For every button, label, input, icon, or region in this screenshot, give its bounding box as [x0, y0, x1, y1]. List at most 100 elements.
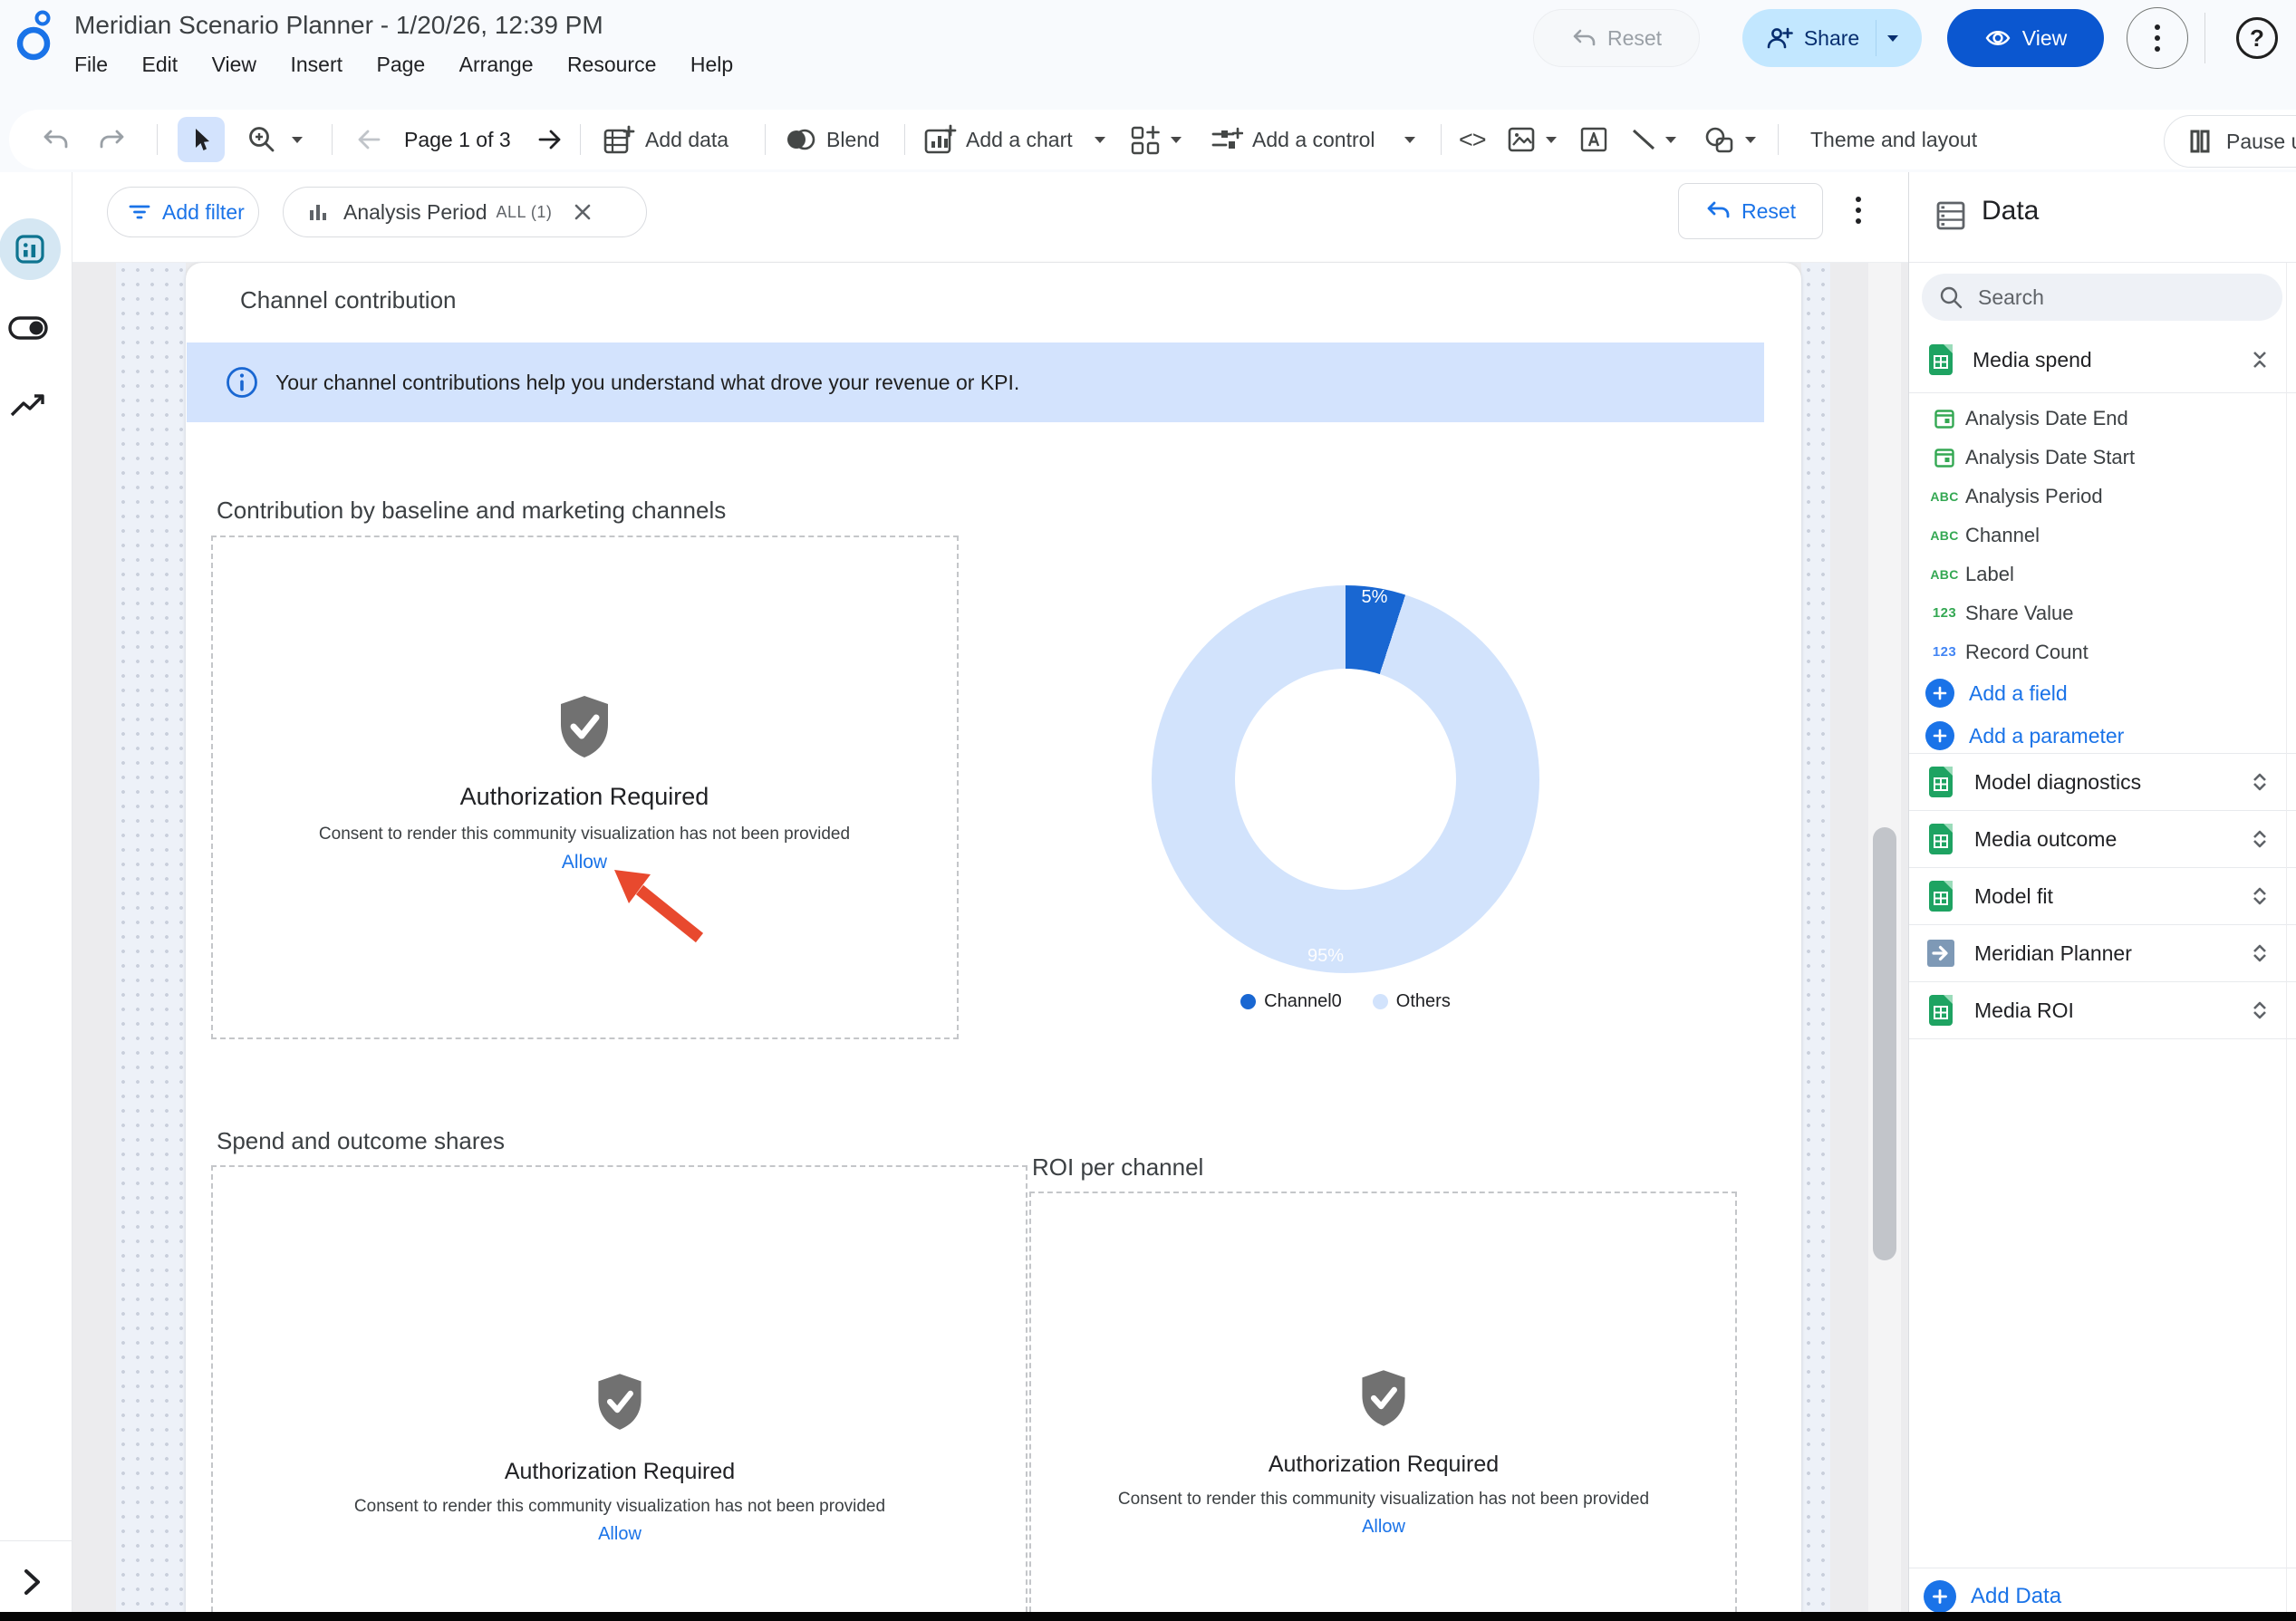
field-row[interactable]: Analysis Date Start	[1909, 438, 2296, 477]
line-tool-caret[interactable]	[1665, 137, 1676, 143]
canvas-reset-button[interactable]: Reset	[1678, 183, 1823, 239]
text-tool-icon[interactable]	[1578, 125, 1609, 154]
next-page-icon[interactable]	[536, 127, 564, 152]
menu-bar: File Edit View Insert Page Arrange Resou…	[74, 53, 763, 77]
menu-view[interactable]: View	[212, 53, 256, 77]
canvas-more-options-button[interactable]	[1856, 192, 1861, 228]
zoom-dropdown-caret[interactable]	[292, 137, 303, 143]
field-row[interactable]: 123 Share Value	[1909, 593, 2296, 632]
image-tool-icon[interactable]	[1506, 125, 1537, 154]
source-row-media-outcome[interactable]: Media outcome	[1909, 811, 2296, 868]
expand-source-icon[interactable]	[2246, 883, 2273, 910]
image-tool-caret[interactable]	[1546, 137, 1557, 143]
primary-source-row[interactable]: Media spend	[1909, 333, 2296, 386]
add-control-button[interactable]: Add a control	[1252, 110, 1375, 169]
canvas-scrollbar-thumb[interactable]	[1873, 827, 1896, 1260]
field-row[interactable]: ABC Analysis Period	[1909, 477, 2296, 516]
share-button[interactable]: Share	[1742, 9, 1922, 67]
search-icon	[1938, 285, 1963, 310]
field-row[interactable]: 123 Record Count	[1909, 632, 2296, 671]
allow-link[interactable]: Allow	[598, 1524, 642, 1544]
sidebar-item-controls[interactable]	[7, 314, 49, 342]
previous-page-icon[interactable]	[355, 127, 382, 152]
field-row[interactable]: Analysis Date End	[1909, 399, 2296, 438]
line-tool-icon[interactable]	[1629, 126, 1658, 153]
menu-resource[interactable]: Resource	[567, 53, 656, 77]
analysis-period-filter-chip[interactable]: Analysis Period ALL (1)	[283, 187, 647, 237]
info-icon	[225, 365, 259, 400]
add-data-button[interactable]: Add data	[645, 110, 728, 169]
view-button[interactable]: View	[1947, 9, 2104, 67]
number-type-icon: 123	[1924, 605, 1965, 621]
menu-insert[interactable]: Insert	[291, 53, 343, 77]
help-button[interactable]: ?	[2236, 17, 2278, 59]
sidebar-item-trends[interactable]	[8, 391, 48, 421]
undo-icon[interactable]	[41, 126, 70, 153]
expand-source-icon[interactable]	[2246, 940, 2273, 967]
filter-chip-name: Analysis Period	[343, 200, 487, 225]
expand-source-icon[interactable]	[2246, 825, 2273, 853]
expand-source-icon[interactable]	[2246, 768, 2273, 796]
auth-required-message: Consent to render this community visuali…	[222, 825, 947, 844]
search-input[interactable]	[1976, 285, 2233, 311]
data-panel: Data Media spend	[1908, 172, 2296, 1612]
close-icon[interactable]	[572, 201, 593, 223]
allow-link[interactable]: Allow	[1362, 1517, 1405, 1537]
menu-help[interactable]: Help	[690, 53, 733, 77]
blend-button[interactable]: Blend	[826, 110, 880, 169]
shape-tool-caret[interactable]	[1745, 137, 1756, 143]
add-data-icon[interactable]	[602, 123, 636, 156]
menu-page[interactable]: Page	[376, 53, 425, 77]
data-panel-title: Data	[1982, 196, 2039, 227]
redo-icon[interactable]	[98, 126, 127, 153]
report-title[interactable]: Meridian Scenario Planner - 1/20/26, 12:…	[74, 11, 603, 40]
source-row-model-diagnostics[interactable]: Model diagnostics	[1909, 754, 2296, 811]
add-chart-button[interactable]: Add a chart	[966, 110, 1073, 169]
add-control-icon[interactable]	[1211, 125, 1243, 156]
theme-and-layout-button[interactable]: Theme and layout	[1810, 110, 1977, 169]
number-type-icon: 123	[1924, 644, 1965, 660]
source-row-model-fit[interactable]: Model fit	[1909, 868, 2296, 925]
field-search[interactable]	[1922, 274, 2282, 321]
add-chart-caret[interactable]	[1095, 137, 1105, 143]
undo-icon	[1571, 25, 1597, 51]
sidebar-item-report-active[interactable]	[0, 218, 61, 280]
toolbar-divider	[580, 124, 581, 155]
header-more-options-button[interactable]	[2127, 7, 2188, 69]
blend-icon[interactable]	[785, 125, 815, 154]
source-row-media-roi[interactable]: Media ROI	[1909, 982, 2296, 1039]
menu-file[interactable]: File	[74, 53, 108, 77]
menu-arrange[interactable]: Arrange	[459, 53, 534, 77]
field-row[interactable]: ABC Label	[1909, 555, 2296, 593]
legend-item-others[interactable]: Others	[1373, 991, 1451, 1012]
legend-item-channel0[interactable]: Channel0	[1240, 991, 1342, 1012]
add-a-parameter-button[interactable]: Add a parameter	[1909, 716, 2296, 756]
toolbar-divider	[1778, 124, 1779, 155]
collapse-source-icon[interactable]	[2246, 346, 2273, 373]
community-widgets-icon[interactable]	[1129, 124, 1162, 157]
left-sidebar	[0, 172, 72, 1612]
select-tool-button[interactable]	[178, 117, 225, 162]
shape-tool-icon[interactable]	[1703, 125, 1736, 156]
expand-sidebar-chevron-icon[interactable]	[18, 1564, 45, 1600]
community-widgets-caret[interactable]	[1171, 137, 1182, 143]
field-row[interactable]: ABC Channel	[1909, 516, 2296, 555]
embed-url-icon[interactable]: <>	[1459, 110, 1486, 169]
source-row-meridian-planner[interactable]: Meridian Planner	[1909, 925, 2296, 982]
expand-source-icon[interactable]	[2246, 997, 2273, 1024]
add-filter-button[interactable]: Add filter	[107, 187, 259, 237]
add-control-caret[interactable]	[1404, 137, 1415, 143]
menu-edit[interactable]: Edit	[142, 53, 178, 77]
auth-required-message: Consent to render this community visuali…	[1021, 1490, 1746, 1510]
panel-scroll-gutter	[2286, 263, 2287, 1612]
header-reset-button[interactable]: Reset	[1533, 9, 1700, 67]
add-a-field-button[interactable]: Add a field	[1909, 673, 2296, 713]
filter-chip-badge: ALL (1)	[497, 203, 553, 222]
pause-updates-button[interactable]: Pause u	[2164, 115, 2296, 168]
text-type-icon: ABC	[1924, 489, 1965, 504]
page-indicator[interactable]: Page 1 of 3	[404, 110, 511, 169]
zoom-tool-icon[interactable]	[246, 124, 277, 155]
share-dropdown-caret[interactable]	[1887, 35, 1898, 42]
sheets-icon	[1924, 765, 1958, 799]
add-chart-icon[interactable]	[922, 123, 957, 156]
